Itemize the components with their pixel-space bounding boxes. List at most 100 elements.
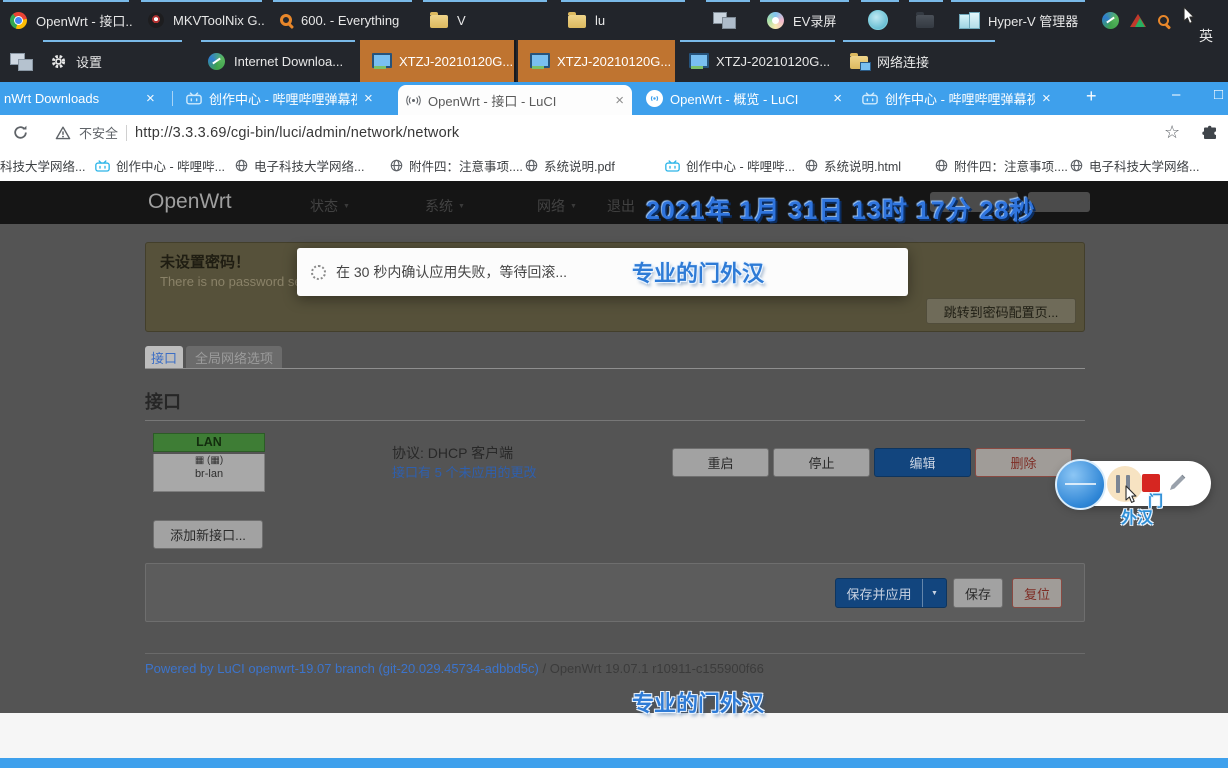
taskbar-item-hyperv[interactable]: Hyper-V 管理器 xyxy=(948,0,1088,40)
bookmark-item[interactable]: 附件四：注意事项.... xyxy=(390,150,523,181)
pause-icon[interactable] xyxy=(1116,475,1120,493)
taskbar-item-xtzj-3[interactable]: XTZJ-20210120G... xyxy=(677,40,838,82)
taskbar-item-settings[interactable]: 设置 xyxy=(40,40,185,82)
restart-button[interactable]: 重启 xyxy=(672,448,769,477)
footer-divider xyxy=(145,653,1085,654)
taskbar-item-network-computers-cut[interactable] xyxy=(0,40,34,82)
bookmark-label: 系统说明.pdf xyxy=(544,160,615,174)
reload-button[interactable] xyxy=(12,115,29,150)
chrome-icon xyxy=(10,11,27,29)
go-to-password-button[interactable]: 跳转到密码配置页... xyxy=(926,298,1076,324)
browser-tab-downloads[interactable]: nWrt Downloads × xyxy=(0,82,168,115)
mountain-icon xyxy=(1130,13,1146,27)
bookmark-label: 附件四：注意事项.... xyxy=(954,160,1068,174)
taskbar-item-label: Hyper-V 管理器 xyxy=(988,13,1079,29)
footer-link[interactable]: Powered by LuCI openwrt-19.07 branch (gi… xyxy=(145,661,539,676)
taskbar-item-label: EV录屏 xyxy=(793,13,837,29)
auto-refresh-button[interactable] xyxy=(1028,192,1090,212)
browser-tab-luci-interfaces[interactable]: OpenWrt - 接口 - LuCI × xyxy=(398,85,632,115)
bookmark-item[interactable]: 科技大学网络... xyxy=(0,150,85,181)
taskbar-row-2: 设置 Internet Downloa... XTZJ-20210120G...… xyxy=(0,40,1228,111)
bookmark-item[interactable]: 系统说明.html xyxy=(805,150,901,181)
taskbar-item-openwrt-browser[interactable]: OpenWrt - 接口... xyxy=(0,0,132,40)
gear-icon xyxy=(51,54,66,68)
menu-system[interactable]: 系统 ▼ xyxy=(425,196,465,216)
taskbar-item-network-connections[interactable]: 网络连接 xyxy=(840,40,998,82)
taskbar-item-label: MKVToolNix G... xyxy=(173,12,265,28)
bookmark-item[interactable]: 电子科技大学网络... xyxy=(1070,150,1199,181)
tray-search-icon[interactable] xyxy=(1154,11,1172,29)
new-tab-button[interactable]: + xyxy=(1086,86,1097,107)
hyperv-icon xyxy=(958,11,980,29)
bookmark-item[interactable]: 电子科技大学网络... xyxy=(235,150,364,181)
taskbar-item-idm[interactable]: Internet Downloa... xyxy=(198,40,358,82)
atom-icon xyxy=(868,10,888,30)
add-interface-button[interactable]: 添加新接口... xyxy=(153,520,263,549)
bookmark-label: 创作中心 - 哔哩哔... xyxy=(116,160,226,174)
window-maximize-button[interactable]: □ xyxy=(1214,86,1223,103)
computer-icon xyxy=(528,52,550,70)
taskbar-item-label: 600. - Everything xyxy=(301,12,400,28)
taskbar-item-computers[interactable] xyxy=(703,0,753,40)
taskbar-item-folder-v[interactable]: V xyxy=(420,0,550,40)
close-icon[interactable]: × xyxy=(833,91,842,106)
below-document-area xyxy=(0,713,1228,758)
tab-interfaces[interactable]: 接口 xyxy=(145,346,183,368)
puzzle-icon xyxy=(1202,125,1216,139)
taskbar-item-mkvtoolnix[interactable]: MKVToolNix G... xyxy=(138,0,265,40)
browser-tab-luci-overview[interactable]: OpenWrt - 概览 - LuCI × xyxy=(638,82,850,115)
close-icon[interactable]: × xyxy=(146,91,155,106)
close-icon[interactable]: × xyxy=(364,91,373,106)
interface-card-lan: LAN ▦ (▦) br-lan xyxy=(153,433,265,492)
chevron-down-icon[interactable]: ▼ xyxy=(922,579,946,607)
close-icon[interactable]: × xyxy=(615,93,624,108)
security-indicator[interactable]: 不安全 http://3.3.3.69/cgi-bin/luci/admin/n… xyxy=(55,115,459,150)
pencil-icon[interactable] xyxy=(1166,470,1190,494)
tab-global-network-options[interactable]: 全局网络选项 xyxy=(186,346,282,368)
url-text[interactable]: http://3.3.3.69/cgi-bin/luci/admin/netwo… xyxy=(135,125,459,141)
stop-button[interactable]: 停止 xyxy=(773,448,870,477)
tab-title: 创作中心 - 哔哩哔哩弹幕视频 xyxy=(209,92,357,107)
bookmark-item[interactable]: 附件四：注意事项.... xyxy=(935,150,1068,181)
bookmark-item[interactable]: 系统说明.pdf xyxy=(525,150,615,181)
save-apply-label: 保存并应用 xyxy=(846,586,912,602)
menu-label: 网络 xyxy=(537,198,565,214)
taskbar-item-ev-recorder[interactable]: EV录屏 xyxy=(757,0,852,40)
folder-icon xyxy=(430,12,448,28)
save-button[interactable]: 保存 xyxy=(953,578,1003,608)
footer: Powered by LuCI openwrt-19.07 branch (gi… xyxy=(145,661,764,676)
bookmark-item[interactable]: 创作中心 - 哔哩哔... xyxy=(95,150,225,181)
extension-button[interactable] xyxy=(1202,115,1218,150)
save-apply-button[interactable]: 保存并应用 ▼ xyxy=(835,578,947,608)
pending-changes-link[interactable]: 接口有 5 个未应用的更改 xyxy=(392,462,536,481)
bookmark-label: 系统说明.html xyxy=(824,160,902,174)
window-bottom-edge xyxy=(0,758,1228,768)
bilibili-icon xyxy=(186,92,202,105)
recorder-logo-button[interactable] xyxy=(1055,459,1106,510)
window-minimize-button[interactable]: – xyxy=(1172,86,1180,103)
edit-button[interactable]: 编辑 xyxy=(874,448,971,477)
ime-indicator[interactable]: 英 xyxy=(1199,26,1213,46)
browser-tab-bilibili-1[interactable]: 创作中心 - 哔哩哔哩弹幕视频 × xyxy=(178,82,392,115)
close-icon[interactable]: × xyxy=(1042,91,1051,106)
wifi-signal-icon xyxy=(406,95,421,105)
tab-title: nWrt Downloads xyxy=(4,91,100,106)
taskbar-item-xtzj-2[interactable]: XTZJ-20210120G... xyxy=(518,40,675,82)
bookmark-star-button[interactable]: ☆ xyxy=(1164,115,1180,150)
menu-logout[interactable]: 退出 xyxy=(607,196,635,216)
taskbar-item-atom-app[interactable] xyxy=(858,0,902,40)
menu-network[interactable]: 网络 ▼ xyxy=(537,196,577,216)
tray-idm-icon[interactable] xyxy=(1100,11,1120,29)
taskbar-item-folder-lu[interactable]: lu xyxy=(558,0,688,40)
tabs-underline xyxy=(145,368,1085,369)
tray-mountain-icon[interactable] xyxy=(1129,13,1147,27)
browser-tab-bilibili-2[interactable]: 创作中心 - 哔哩哔哩弹幕视频 × xyxy=(854,82,1072,115)
luci-logo[interactable]: OpenWrt xyxy=(148,190,232,214)
reset-button[interactable]: 复位 xyxy=(1012,578,1062,608)
taskbar-item-dark-folder[interactable] xyxy=(906,0,946,40)
taskbar-item-xtzj-1[interactable]: XTZJ-20210120G... xyxy=(360,40,516,82)
bookmark-item[interactable]: 创作中心 - 哔哩哔... xyxy=(665,150,795,181)
menu-status[interactable]: 状态 ▼ xyxy=(310,196,350,216)
taskbar-item-everything[interactable]: 600. - Everything xyxy=(270,0,415,40)
mkvtoolnix-icon xyxy=(148,12,164,28)
